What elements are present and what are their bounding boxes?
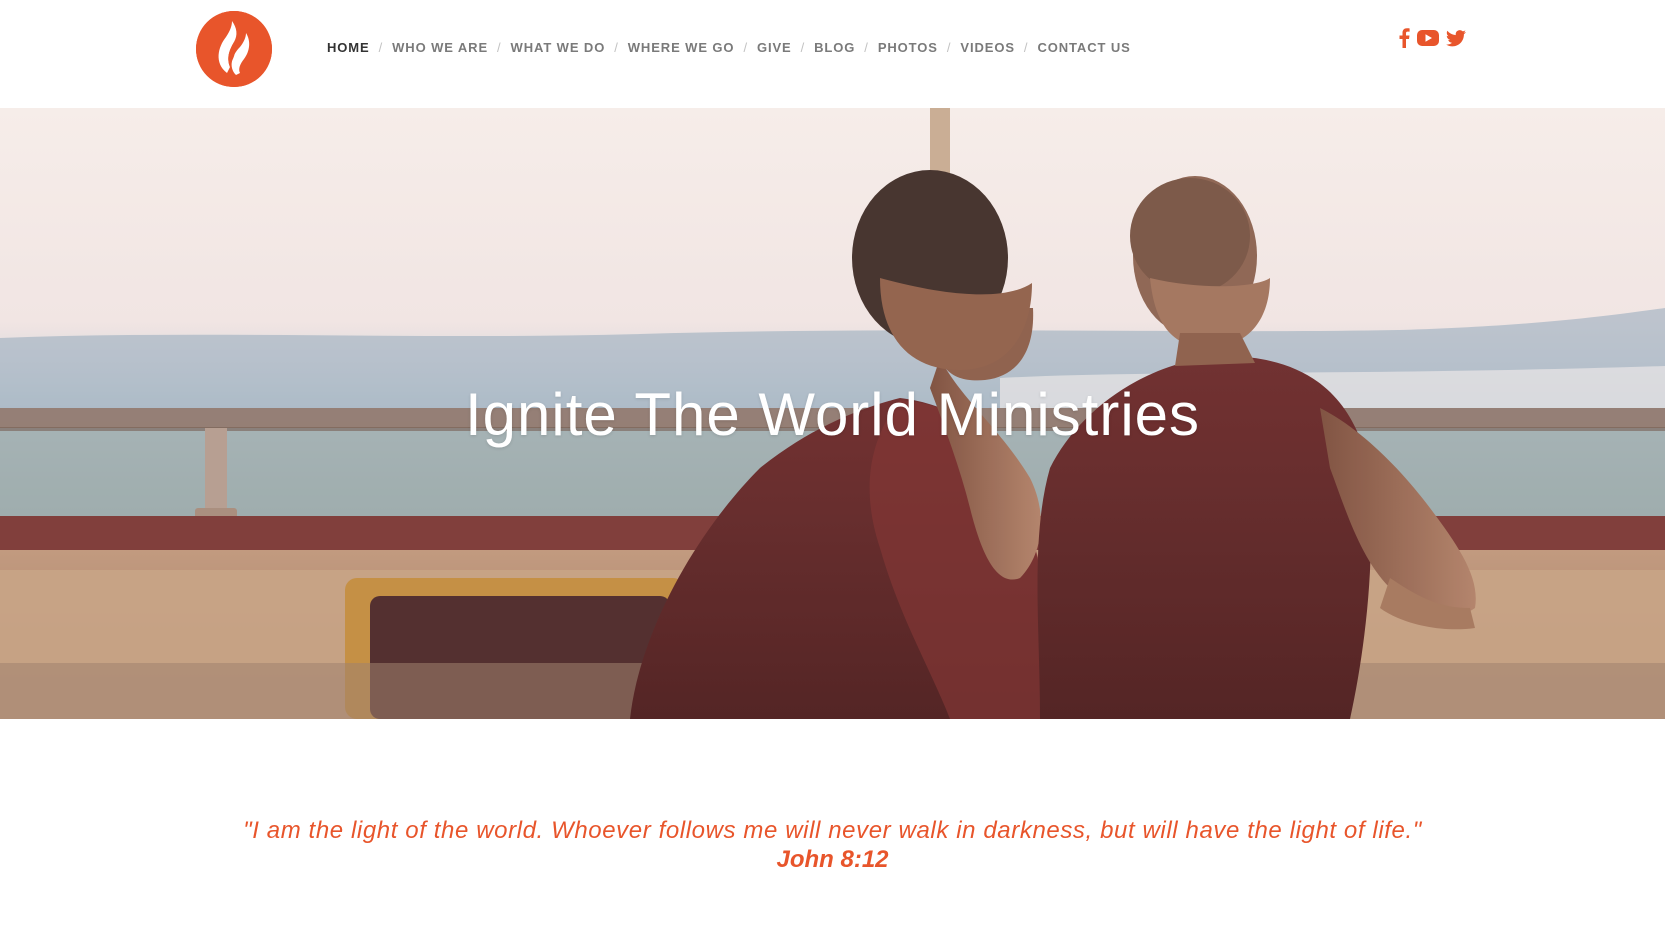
quote-text: "I am the light of the world. Whoever fo…	[243, 817, 1422, 844]
nav-item-who-we-are[interactable]: WHO WE ARE	[392, 40, 488, 55]
nav-item-blog[interactable]: BLOG	[814, 40, 855, 55]
site-logo[interactable]	[196, 11, 272, 87]
nav-item-where-we-go[interactable]: WHERE WE GO	[628, 40, 735, 55]
twitter-icon[interactable]	[1446, 29, 1466, 52]
nav-item-home[interactable]: HOME	[327, 40, 370, 55]
scripture-quote: "I am the light of the world. Whoever fo…	[0, 816, 1665, 874]
nav-item-give[interactable]: GIVE	[757, 40, 792, 55]
nav-separator: /	[946, 40, 952, 55]
youtube-icon[interactable]	[1417, 30, 1439, 51]
social-links	[1398, 28, 1466, 53]
site-header: HOME / WHO WE ARE / WHAT WE DO / WHERE W…	[0, 0, 1665, 108]
nav-separator: /	[378, 40, 384, 55]
quote-reference: John 8:12	[776, 846, 889, 873]
nav-item-what-we-do[interactable]: WHAT WE DO	[511, 40, 606, 55]
nav-separator: /	[864, 40, 869, 55]
hero-banner: Ignite The World Ministries	[0, 108, 1665, 719]
nav-separator: /	[497, 40, 502, 55]
hero-title: Ignite The World Ministries	[464, 381, 1201, 448]
nav-separator: /	[743, 40, 748, 55]
nav-separator: /	[614, 40, 619, 55]
facebook-icon[interactable]	[1398, 28, 1410, 53]
flame-logo-icon	[196, 11, 272, 87]
nav-item-photos[interactable]: PHOTOS	[878, 40, 938, 55]
main-nav: HOME / WHO WE ARE / WHAT WE DO / WHERE W…	[327, 40, 1131, 55]
nav-separator: /	[800, 40, 806, 55]
nav-separator: /	[1023, 40, 1029, 55]
nav-item-contact-us[interactable]: CONTACT US	[1037, 40, 1130, 55]
nav-item-videos[interactable]: VIDEOS	[960, 40, 1015, 55]
